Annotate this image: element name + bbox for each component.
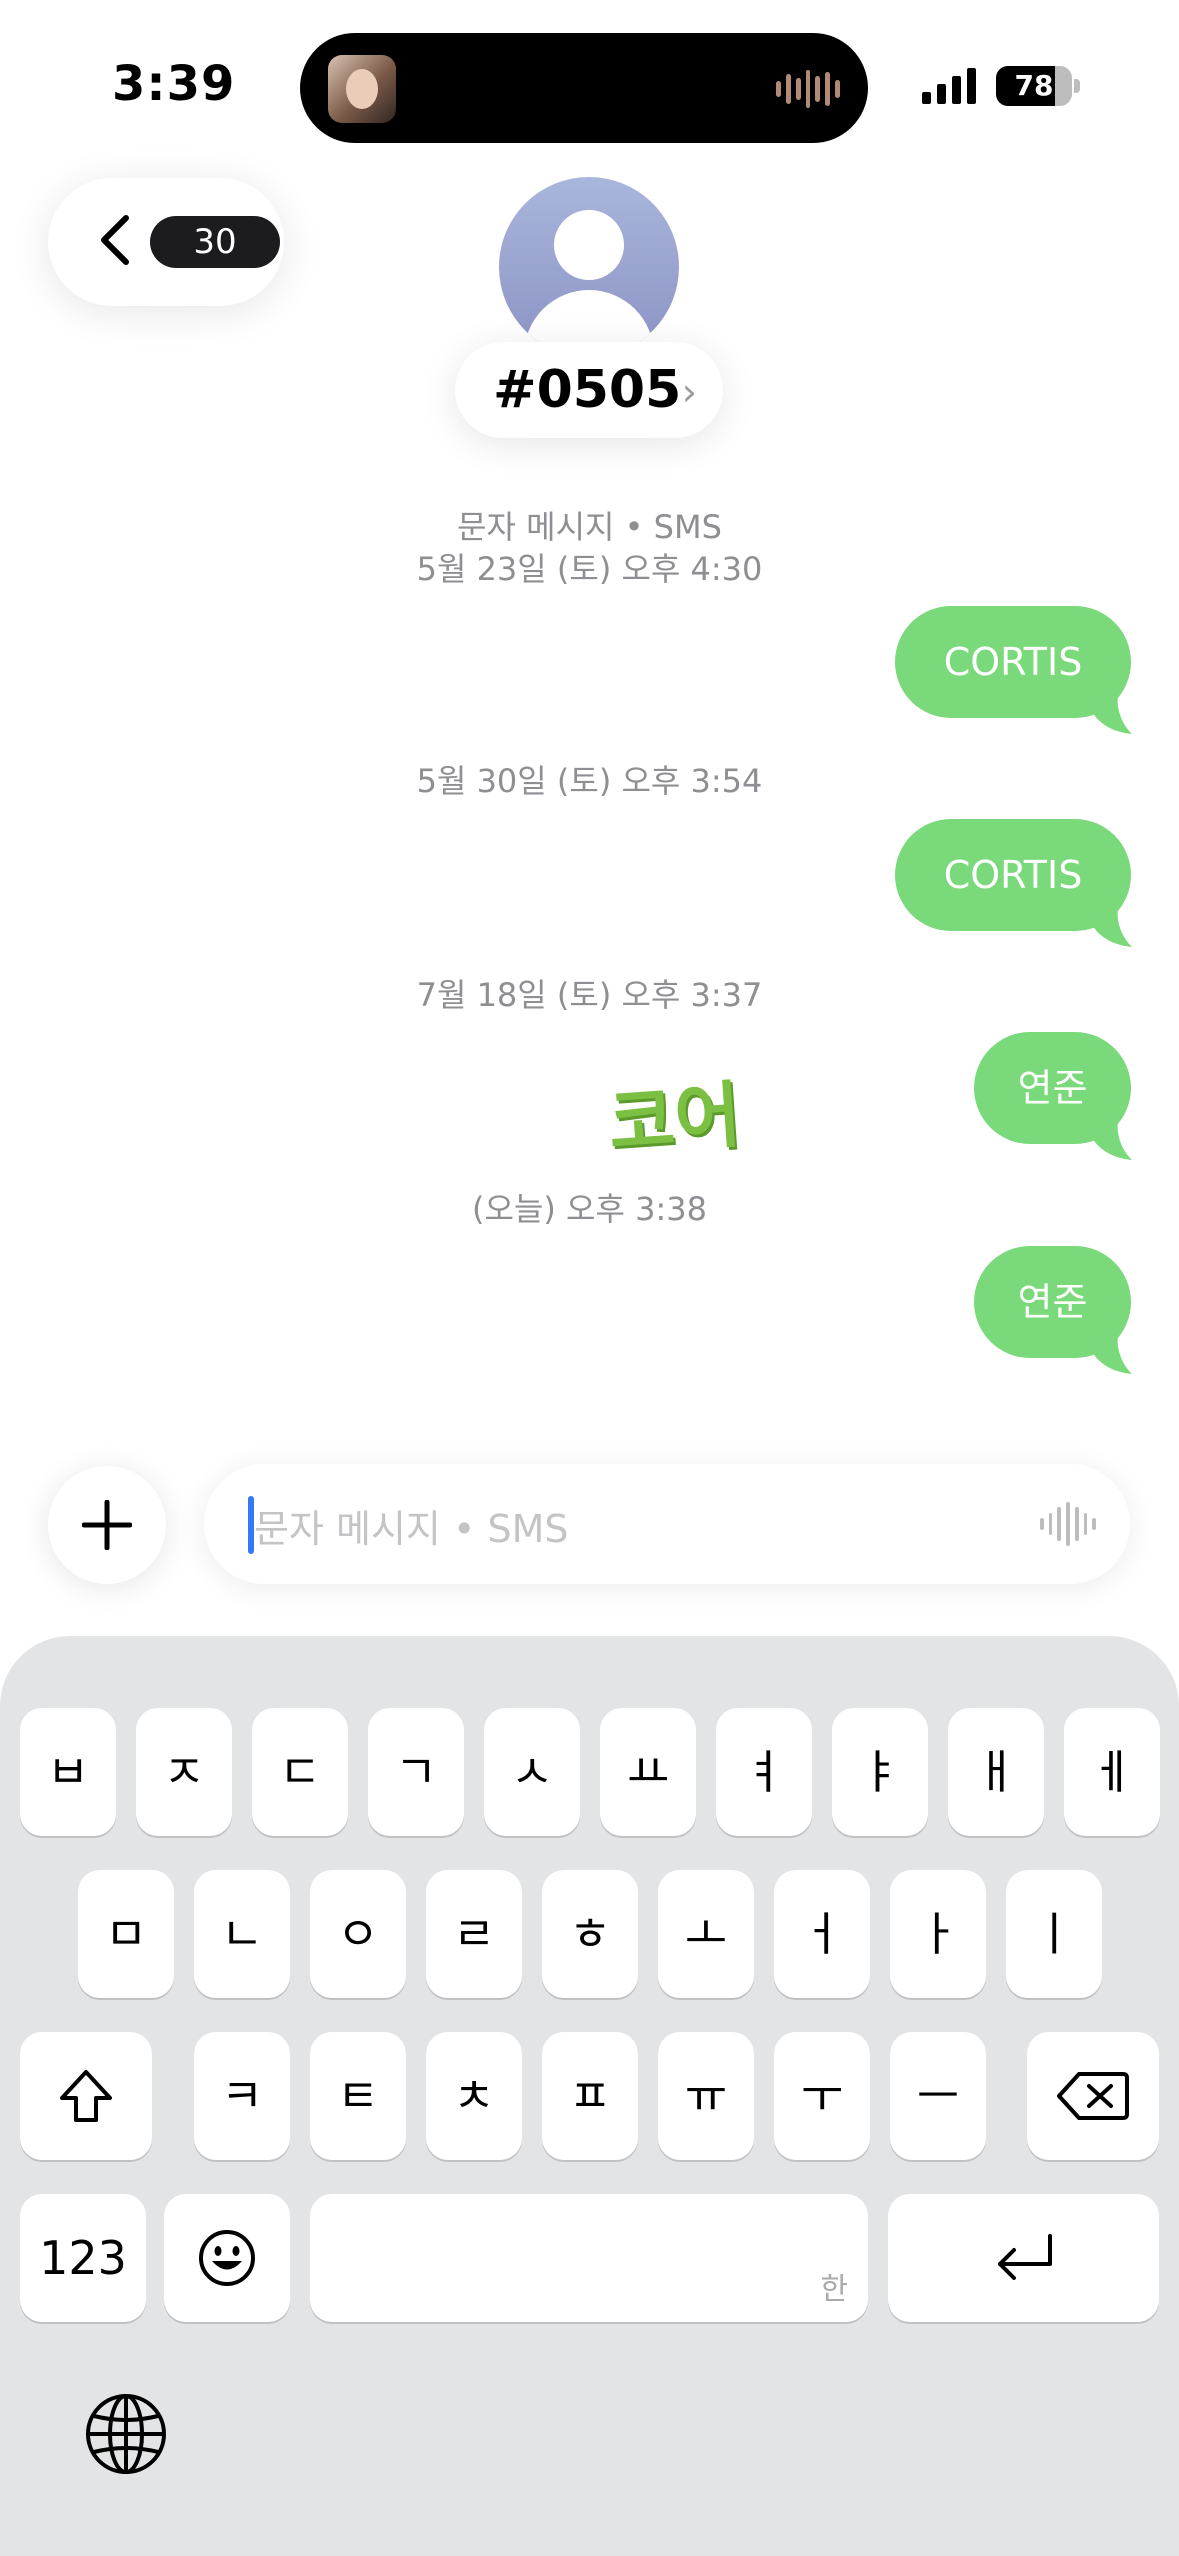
voice-input-icon[interactable] [1040, 1502, 1097, 1546]
key[interactable]: ㅓ [774, 1870, 870, 1998]
chevron-right-icon: › [681, 370, 697, 414]
contact-name-button[interactable]: #0505 › [455, 342, 723, 438]
delete-icon [1057, 2072, 1129, 2120]
message-timestamp: 7월 18일 (토) 오후 3:37 [416, 976, 763, 1014]
key[interactable]: ㅂ [20, 1708, 116, 1836]
key[interactable]: ㅋ [194, 2032, 290, 2160]
key[interactable]: ㅌ [310, 2032, 406, 2160]
key[interactable]: ㅏ [890, 1870, 986, 1998]
plus-icon [82, 1500, 132, 1550]
message-input[interactable]: 문자 메시지 • SMS [204, 1464, 1130, 1584]
unread-count-badge: 30 [150, 216, 280, 268]
battery-percent: 78 [1014, 69, 1054, 102]
key[interactable]: ㄹ [426, 1870, 522, 1998]
key[interactable]: ㅔ [1064, 1708, 1160, 1836]
key[interactable]: ㅐ [948, 1708, 1044, 1836]
contact-name: #0505 [493, 360, 682, 420]
message-input-placeholder: 문자 메시지 • SMS [254, 1507, 569, 1551]
key[interactable]: ㄷ [252, 1708, 348, 1836]
dynamic-island[interactable] [300, 33, 868, 143]
bubble-tail [1092, 694, 1132, 734]
globe-icon[interactable] [84, 2392, 168, 2476]
bubble-tail [1092, 1334, 1132, 1374]
sticker-image[interactable]: 코어 [604, 1056, 744, 1170]
message-timestamp: 5월 23일 (토) 오후 4:30 [416, 550, 763, 588]
bubble-tail [1092, 907, 1132, 947]
battery-icon: 78 [996, 66, 1072, 106]
key[interactable]: ㅇ [310, 1870, 406, 1998]
chevron-left-icon [101, 215, 129, 265]
cellular-signal-icon [922, 64, 976, 104]
key[interactable]: ㅍ [542, 2032, 638, 2160]
key[interactable]: ㅎ [542, 1870, 638, 1998]
key[interactable]: ㄴ [194, 1870, 290, 1998]
now-playing-thumbnail [328, 55, 396, 123]
key[interactable]: ㅡ [890, 2032, 986, 2160]
message-meta: 문자 메시지 • SMS [457, 508, 722, 546]
shift-icon [60, 2070, 112, 2122]
emoji-key[interactable] [164, 2194, 290, 2322]
key[interactable]: ㅁ [78, 1870, 174, 1998]
key[interactable]: ㅛ [600, 1708, 696, 1836]
message-timestamp: 5월 30일 (토) 오후 3:54 [416, 762, 763, 800]
return-key[interactable] [888, 2194, 1159, 2322]
status-time: 3:39 [112, 56, 236, 112]
battery-cap [1074, 79, 1080, 93]
emoji-icon [199, 2230, 255, 2286]
key[interactable]: ㅜ [774, 2032, 870, 2160]
key[interactable]: ㅈ [136, 1708, 232, 1836]
message-timestamp: (오늘) 오후 3:38 [472, 1190, 707, 1228]
numbers-key[interactable]: 123 [20, 2194, 146, 2322]
delete-key[interactable] [1027, 2032, 1159, 2160]
korean-keyboard: ㅂ ㅈ ㄷ ㄱ ㅅ ㅛ ㅕ ㅑ ㅐ ㅔ ㅁ ㄴ ㅇ ㄹ ㅎ ㅗ ㅓ ㅏ ㅣ ㅋ … [0, 1636, 1179, 2556]
key[interactable]: ㄱ [368, 1708, 464, 1836]
key[interactable]: ㅑ [832, 1708, 928, 1836]
key[interactable]: ㅅ [484, 1708, 580, 1836]
back-button[interactable]: 30 [48, 178, 284, 306]
return-icon [998, 2234, 1052, 2280]
key[interactable]: ㅠ [658, 2032, 754, 2160]
contact-avatar[interactable] [499, 177, 679, 357]
space-key[interactable]: 한 [310, 2194, 868, 2322]
add-attachment-button[interactable] [48, 1466, 166, 1584]
audio-waveform-icon [776, 69, 841, 109]
bubble-tail [1092, 1120, 1132, 1160]
input-language-hint: 한 [820, 2272, 848, 2307]
key[interactable]: ㅣ [1006, 1870, 1102, 1998]
shift-key[interactable] [20, 2032, 152, 2160]
key[interactable]: ㅊ [426, 2032, 522, 2160]
key[interactable]: ㅕ [716, 1708, 812, 1836]
key[interactable]: ㅗ [658, 1870, 754, 1998]
